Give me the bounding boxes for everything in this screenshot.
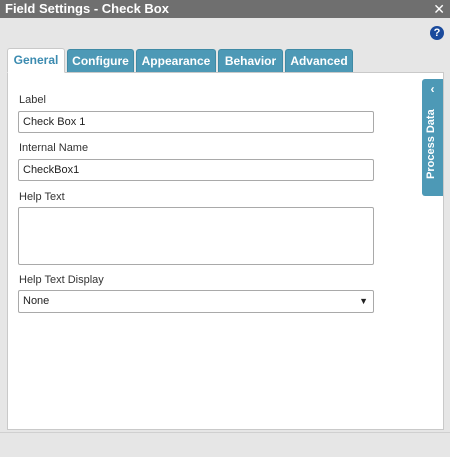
tab-advanced[interactable]: Advanced	[285, 49, 353, 72]
field-settings-dialog: Field Settings - Check Box ✕ ? General C…	[0, 0, 450, 457]
tab-general[interactable]: General	[7, 48, 65, 73]
help-text-caption: Help Text	[19, 191, 65, 203]
label-input[interactable]: Check Box 1	[18, 111, 374, 133]
toolbar: ?	[0, 18, 450, 45]
close-icon[interactable]: ✕	[433, 0, 445, 18]
label-field-caption: Label	[19, 94, 46, 106]
tab-configure[interactable]: Configure	[67, 49, 134, 72]
process-data-tab[interactable]: ‹ Process Data	[422, 79, 443, 196]
help-text-display-select[interactable]: None ▼	[18, 290, 374, 313]
title-bar: Field Settings - Check Box ✕	[0, 0, 450, 18]
general-panel: Label Check Box 1 Internal Name CheckBox…	[7, 72, 444, 430]
question-circle-icon[interactable]: ?	[430, 26, 444, 40]
help-text-display-caption: Help Text Display	[19, 274, 104, 286]
process-data-label: Process Data	[425, 109, 437, 179]
help-text-display-value: None	[23, 295, 50, 307]
tab-behavior[interactable]: Behavior	[218, 49, 283, 72]
internal-name-caption: Internal Name	[19, 142, 89, 154]
help-text-textarea[interactable]	[18, 207, 374, 265]
footer-divider	[0, 432, 450, 433]
dialog-title: Field Settings - Check Box	[5, 1, 169, 16]
dropdown-arrow-icon: ▼	[359, 296, 368, 306]
internal-name-input[interactable]: CheckBox1	[18, 159, 374, 181]
chevron-left-icon: ‹	[430, 82, 435, 96]
tab-appearance[interactable]: Appearance	[136, 49, 216, 72]
